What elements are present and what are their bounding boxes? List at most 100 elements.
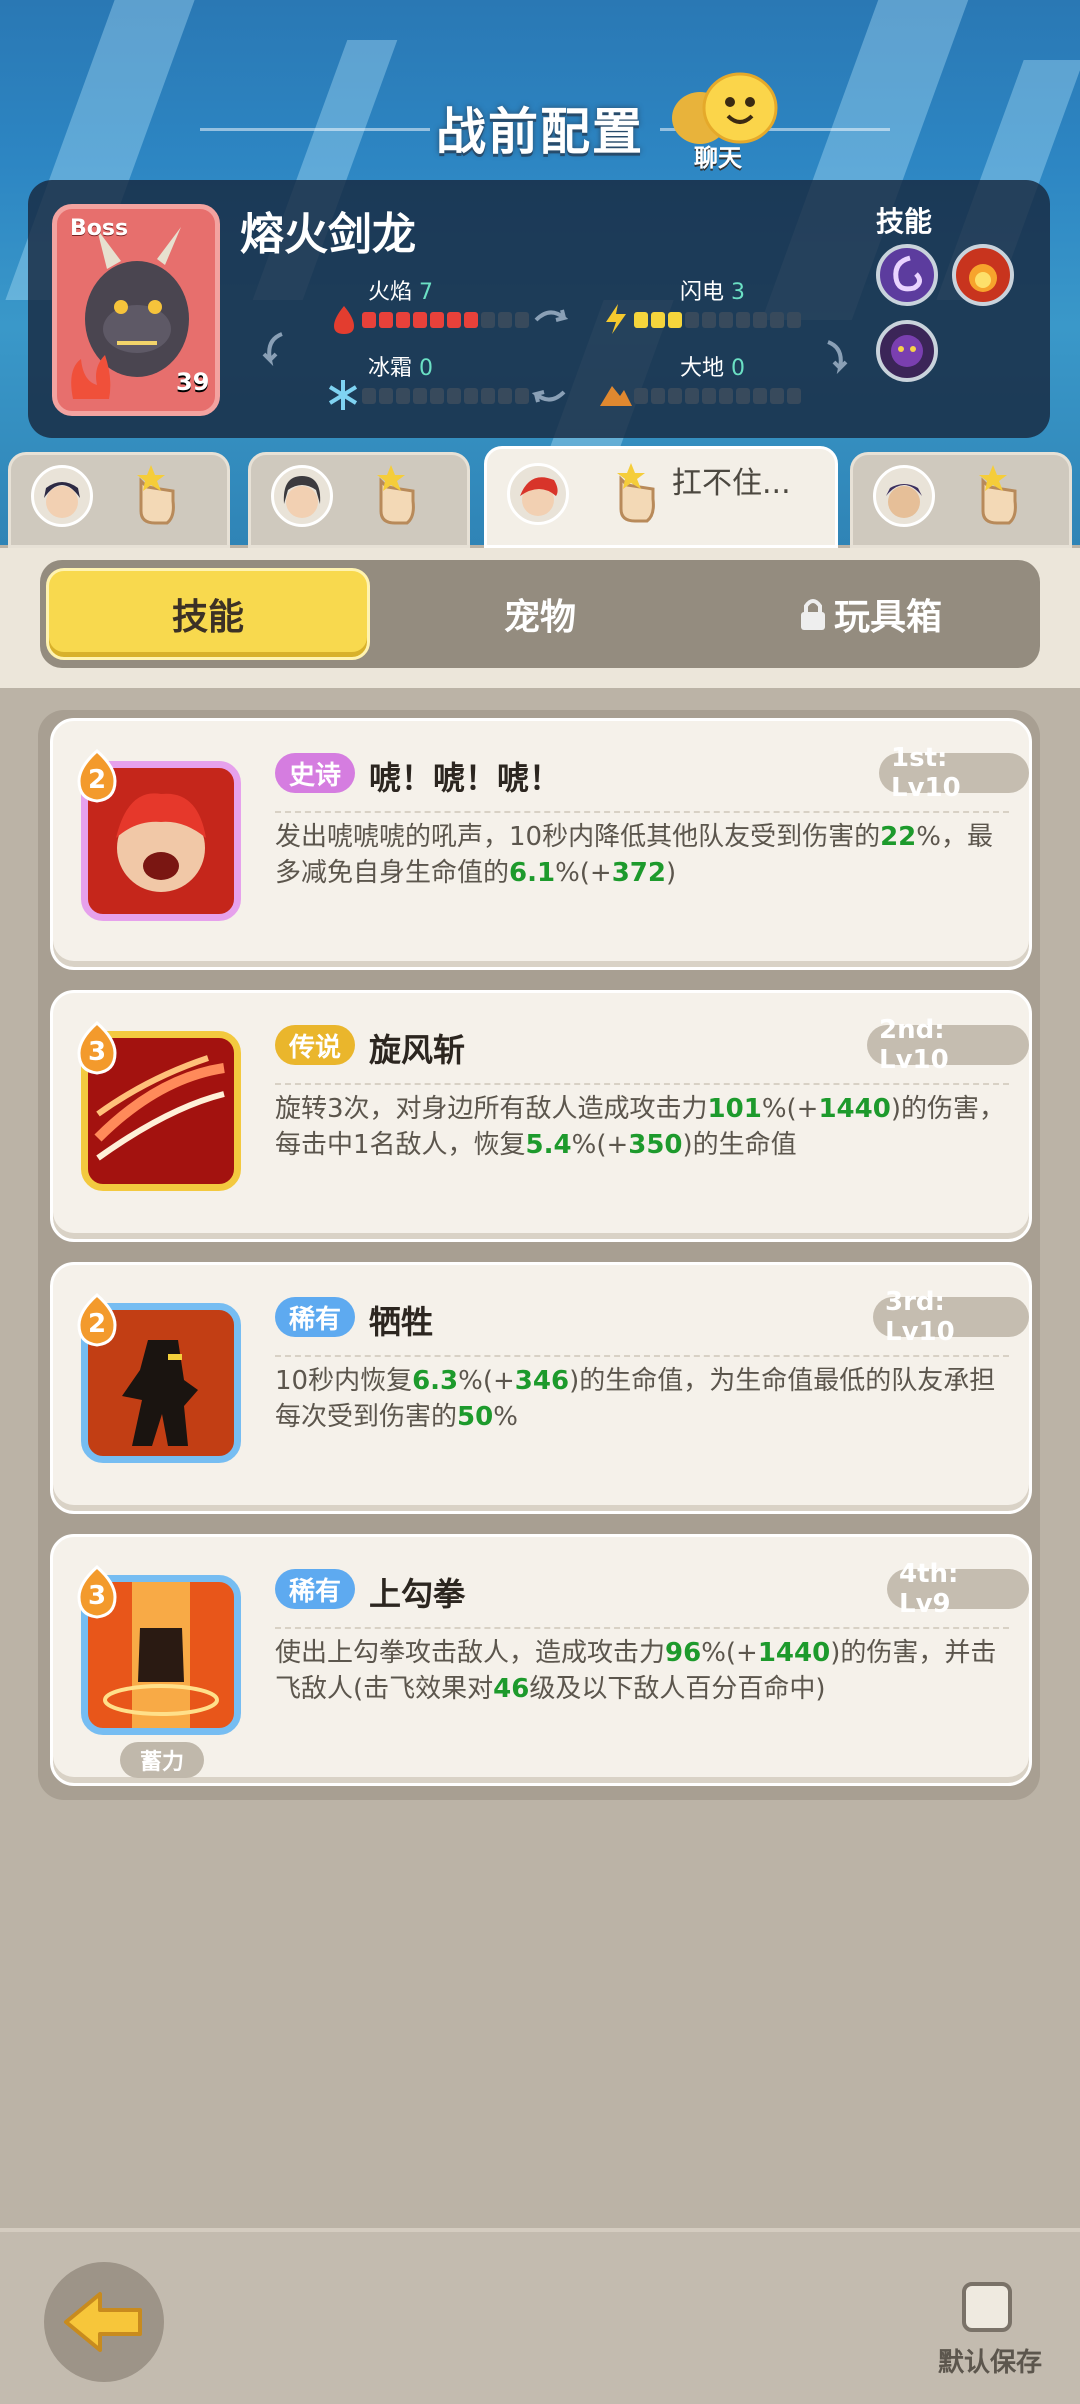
tap-hand-icon	[601, 459, 657, 525]
highlight-value: 101	[707, 1094, 762, 1124]
swap-arrow-icon	[262, 330, 292, 370]
card-divider	[275, 1627, 1009, 1629]
element-bar-segment	[362, 312, 376, 328]
element-bar-segment	[685, 312, 699, 328]
skill-card[interactable]: 2 史诗 唬！唬！唬！ 1st: Lv10 发出唬唬唬的吼声，10秒内降低其他队…	[50, 718, 1032, 970]
description-text: %(+	[555, 858, 612, 888]
element-fire-label: 火焰 7	[368, 280, 434, 305]
tab-toybox[interactable]: 玩具箱	[700, 568, 1040, 660]
hero-avatar	[873, 465, 935, 527]
element-bar-segment	[685, 388, 699, 404]
element-bar-segment	[736, 312, 750, 328]
tap-hand-icon	[361, 461, 417, 527]
swap-arrow-icon	[532, 300, 569, 334]
element-bar-segment	[634, 312, 648, 328]
rarity-badge: 史诗	[275, 753, 356, 793]
description-text: 10秒内恢复	[275, 1366, 413, 1396]
description-text: 使出上勾拳攻击敌人，造成攻击力	[275, 1638, 666, 1668]
highlight-value: 5.4	[525, 1130, 572, 1160]
description-text: %(+	[761, 1094, 819, 1124]
hero-tab-4[interactable]	[850, 452, 1072, 548]
charge-tag: 蓄力	[120, 1742, 204, 1778]
tab-skills[interactable]: 技能	[46, 568, 370, 660]
element-bar-segment	[515, 312, 529, 328]
earth-element-bar	[634, 388, 801, 404]
element-bar-segment	[515, 388, 529, 404]
skill-level-value: 3	[87, 1037, 107, 1067]
skill-slot-badge: 3rd: Lv10	[873, 1287, 1029, 1347]
element-bar-segment	[396, 388, 410, 404]
hero-tab-2[interactable]	[248, 452, 470, 548]
element-bar-segment	[379, 312, 393, 328]
highlight-value: 350	[628, 1130, 683, 1160]
skill-level-badge: 3	[75, 1564, 119, 1619]
element-bar-segment	[668, 388, 682, 404]
element-frost-label: 冰霜 0	[368, 356, 434, 381]
element-bar-segment	[498, 388, 512, 404]
highlight-value: 346	[514, 1366, 570, 1396]
description-text: %(+	[571, 1130, 629, 1160]
skill-name: 上勾拳	[369, 1575, 466, 1613]
element-earth-label: 大地 0	[680, 356, 746, 381]
highlight-value: 22	[880, 822, 917, 852]
element-bar-segment	[464, 388, 478, 404]
demon-face-icon[interactable]	[876, 320, 938, 382]
description-text: %	[493, 1402, 518, 1432]
element-bar-segment	[651, 388, 665, 404]
rarity-badge: 稀有	[275, 1569, 356, 1609]
element-bar-segment	[430, 388, 444, 404]
tab-pets[interactable]: 宠物	[380, 568, 700, 660]
skill-description: 旋转3次，对身边所有敌人造成攻击力101%(+1440)的伤害，每击中1名敌人，…	[275, 1091, 1015, 1163]
element-bar-segment	[464, 312, 478, 328]
description-text: 旋转3次，对身边所有敌人造成攻击力	[275, 1094, 708, 1124]
element-bar-segment	[787, 312, 801, 328]
element-bar-segment	[753, 388, 767, 404]
tab-toybox-label: 玩具箱	[833, 597, 942, 638]
element-bar-segment	[447, 312, 461, 328]
skill-slot-badge: 2nd: Lv10	[867, 1015, 1029, 1075]
element-bar-segment	[362, 388, 376, 404]
frost-element-icon	[326, 378, 360, 416]
highlight-value: 1440	[757, 1638, 831, 1668]
back-button[interactable]	[44, 2262, 164, 2382]
element-bar-segment	[413, 388, 427, 404]
element-bar-segment	[634, 388, 648, 404]
tap-hand-icon	[121, 461, 177, 527]
fire-element-icon	[330, 304, 358, 340]
element-bar-segment	[719, 388, 733, 404]
element-bar-segment	[447, 388, 461, 404]
element-bar-segment	[396, 312, 410, 328]
default-save-label: 默认保存	[937, 2348, 1042, 2378]
default-save-checkbox[interactable]	[962, 2282, 1012, 2332]
description-text: 发出唬唬唬的吼声，10秒内降低其他队友受到伤害的	[275, 822, 881, 852]
lightning-element-icon	[602, 302, 630, 340]
fireball-icon[interactable]	[952, 244, 1014, 306]
page-title: 战前配置	[436, 103, 644, 161]
hero-avatar	[271, 465, 333, 527]
hero-status-text: 扛不住...	[672, 466, 791, 501]
element-bar-segment	[668, 312, 682, 328]
hero-tab-1[interactable]	[8, 452, 230, 548]
vortex-icon[interactable]	[876, 244, 938, 306]
swap-arrow-icon	[531, 382, 568, 416]
element-bar-segment	[481, 312, 495, 328]
skill-level-badge: 3	[75, 1020, 119, 1075]
description-text: )的生命值	[682, 1130, 797, 1160]
highlight-value: 46	[493, 1674, 530, 1704]
skill-card[interactable]: 2 稀有 牺牲 3rd: Lv10 10秒内恢复6.3%(+346)的生命值，为…	[50, 1262, 1032, 1514]
element-bar-segment	[651, 312, 665, 328]
chat-label: 聊天	[694, 144, 742, 172]
hero-avatar	[31, 465, 93, 527]
card-divider	[275, 1083, 1009, 1085]
skill-level-value: 2	[87, 1309, 107, 1339]
highlight-value: 96	[665, 1638, 702, 1668]
highlight-value: 6.1	[509, 858, 556, 888]
skill-description: 使出上勾拳攻击敌人，造成攻击力96%(+1440)的伤害，并击飞敌人(击飞效果对…	[275, 1635, 1015, 1707]
skill-description: 10秒内恢复6.3%(+346)的生命值，为生命值最低的队友承担每次受到伤害的5…	[275, 1363, 1015, 1435]
description-text: %(+	[458, 1366, 515, 1396]
skill-card[interactable]: 3 传说 旋风斩 2nd: Lv10 旋转3次，对身边所有敌人造成攻击力101%…	[50, 990, 1032, 1242]
skill-name: 唬！唬！唬！	[369, 759, 562, 797]
element-bar-segment	[770, 312, 784, 328]
description-text: )	[666, 858, 677, 888]
element-bar-segment	[430, 312, 444, 328]
